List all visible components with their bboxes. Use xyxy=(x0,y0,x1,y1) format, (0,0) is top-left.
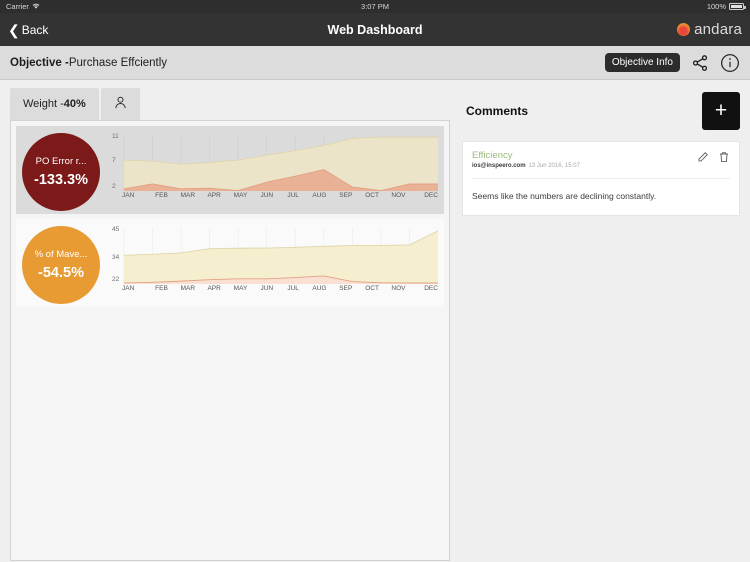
comments-header: Comments + xyxy=(462,88,740,130)
battery-percent-label: 100% xyxy=(706,2,726,11)
status-right: 100% xyxy=(706,2,746,11)
objective-bar: Objective -Purchase Effciently Objective… xyxy=(0,46,750,80)
comment-meta-group: Efficiency ios@inspeero.com 13 Jun 2016, … xyxy=(472,150,580,169)
x-tick-label: NOV xyxy=(391,285,406,292)
x-tick-label: MAR xyxy=(180,285,196,292)
kpi-value: -133.3% xyxy=(33,171,88,188)
x-tick-label: DEC xyxy=(424,285,438,292)
comment-item: Efficiency ios@inspeero.com 13 Jun 2016, … xyxy=(462,141,740,216)
brand-logo: andara xyxy=(677,21,742,38)
x-tick-label: JUN xyxy=(260,285,274,292)
brand-name: andara xyxy=(694,21,742,38)
x-tick-label: JUL xyxy=(287,192,299,199)
x-tick-label: NOV xyxy=(391,192,406,199)
comment-actions xyxy=(697,150,730,163)
x-tick-label: MAR xyxy=(180,192,196,199)
comments-heading: Comments xyxy=(466,104,529,118)
x-tick-label: FEB xyxy=(155,192,168,199)
y-tick-label: 22 xyxy=(112,276,120,283)
x-tick-label: MAY xyxy=(233,192,248,199)
objective-info-tooltip[interactable]: Objective Info xyxy=(604,53,680,72)
chart-area: 11 7 2 JAN FEB MAR APR MAY JUN JUL AUG SEP OCT NOV… xyxy=(110,133,438,209)
pencil-icon[interactable] xyxy=(697,151,709,163)
area-series-upper xyxy=(123,230,438,284)
chart-card[interactable]: PO Error r... -133.3% 11 7 2 JAN FEB MAR AP… xyxy=(16,126,444,214)
charts-column: Weight -40% PO Error r... -133.3% 11 7 2… xyxy=(10,88,450,561)
comment-body: Seems like the numbers are declining con… xyxy=(472,191,657,201)
chart-area: 45 34 22 JAN FEB MAR APR MAY JUN JUL AUG SEP OCT N… xyxy=(110,226,438,302)
x-tick-label: SEP xyxy=(339,192,353,199)
battery-icon xyxy=(729,3,746,10)
comment-timestamp: 13 Jun 2016, 15:07 xyxy=(528,163,580,169)
tab-bar: Weight -40% xyxy=(10,88,450,120)
tab-weight-label: Weight - xyxy=(23,98,64,110)
x-tick-label: JAN xyxy=(122,285,135,292)
y-tick-label: 45 xyxy=(112,226,120,233)
area-chart xyxy=(123,135,438,191)
chevron-left-icon: ❮ xyxy=(8,21,20,38)
share-icon[interactable] xyxy=(691,54,709,72)
kpi-bubble[interactable]: % of Mave... -54.5% xyxy=(22,226,100,304)
x-tick-label: MAY xyxy=(233,285,248,292)
kpi-title: % of Mave... xyxy=(34,250,88,260)
andara-mark-icon xyxy=(677,23,691,36)
area-chart xyxy=(123,228,438,284)
x-tick-label: OCT xyxy=(365,192,379,199)
objective-name: Purchase Effciently xyxy=(68,56,168,69)
status-bar: Carrier 3:07 PM 100% xyxy=(0,0,750,13)
objective-actions: Objective Info xyxy=(604,53,740,73)
comment-header: Efficiency ios@inspeero.com 13 Jun 2016, … xyxy=(472,150,730,169)
comments-column: Comments + Efficiency ios@inspeero.com 13… xyxy=(458,88,740,561)
comment-divider xyxy=(472,178,730,179)
y-tick-label: 11 xyxy=(112,133,119,140)
back-button[interactable]: ❮ Back xyxy=(8,23,48,37)
x-tick-label: JUL xyxy=(287,285,299,292)
x-tick-label: SEP xyxy=(339,285,353,292)
comment-author: ios@inspeero.com xyxy=(472,163,526,169)
kpi-bubble[interactable]: PO Error r... -133.3% xyxy=(22,133,100,211)
main-content: Weight -40% PO Error r... -133.3% 11 7 2… xyxy=(0,80,750,561)
y-tick-label: 34 xyxy=(112,254,120,261)
x-tick-label: APR xyxy=(207,285,221,292)
chart-card[interactable]: % of Mave... -54.5% 45 34 22 JAN FEB MAR AP… xyxy=(16,219,444,307)
x-tick-label: AUG xyxy=(312,285,327,292)
page-title: Web Dashboard xyxy=(327,22,423,37)
x-tick-label: OCT xyxy=(365,285,379,292)
x-axis-labels: JAN FEB MAR APR MAY JUN JUL AUG SEP OCT NOV DEC xyxy=(110,285,438,292)
tab-owner[interactable] xyxy=(100,88,140,120)
info-circle-icon[interactable] xyxy=(720,53,740,73)
kpi-value: -54.5% xyxy=(38,264,84,281)
comment-meta: ios@inspeero.com 13 Jun 2016, 15:07 xyxy=(472,163,580,169)
x-tick-label: APR xyxy=(207,192,221,199)
objective-title: Objective -Purchase Effciently xyxy=(10,57,167,69)
y-tick-label: 7 xyxy=(112,157,116,164)
trash-icon[interactable] xyxy=(718,151,730,163)
kpi-title: PO Error r... xyxy=(35,157,87,167)
back-button-label: Back xyxy=(21,22,49,37)
tab-weight-value: 40% xyxy=(63,98,86,110)
add-comment-button[interactable]: + xyxy=(702,92,740,130)
objective-label: Objective - xyxy=(10,56,69,69)
comment-subject: Efficiency xyxy=(472,150,513,161)
x-tick-label: JAN xyxy=(122,192,135,199)
x-tick-label: JUN xyxy=(260,192,274,199)
charts-panel: PO Error r... -133.3% 11 7 2 JAN FEB MAR AP… xyxy=(10,120,450,561)
x-tick-label: AUG xyxy=(312,192,327,199)
x-axis-labels: JAN FEB MAR APR MAY JUN JUL AUG SEP OCT NOV DEC xyxy=(110,192,438,199)
y-tick-label: 2 xyxy=(112,183,116,190)
person-icon xyxy=(113,95,128,113)
x-tick-label: DEC xyxy=(424,192,438,199)
tab-weight[interactable]: Weight -40% xyxy=(10,88,99,120)
status-time: 3:07 PM xyxy=(361,2,389,11)
x-tick-label: FEB xyxy=(155,285,168,292)
navigation-bar: ❮ Back Web Dashboard andara xyxy=(0,13,750,46)
